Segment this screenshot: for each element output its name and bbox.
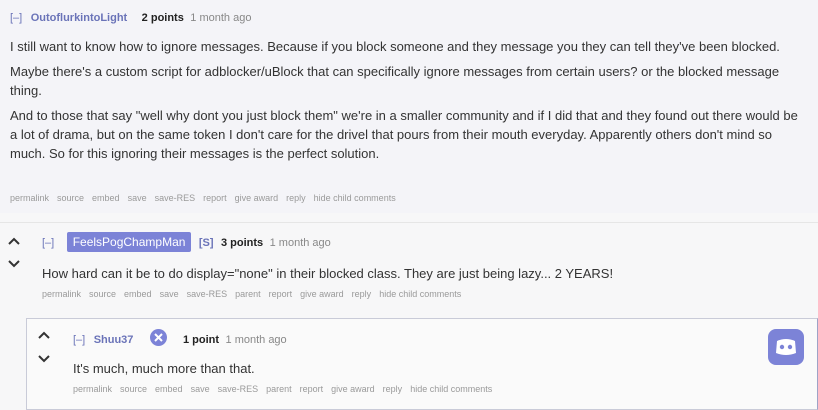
report-link[interactable]: report	[300, 384, 324, 394]
comment-score: 2 points	[141, 12, 184, 24]
comment-actions: permalink source embed save save-RES report gi…	[10, 193, 404, 203]
hide-child-comments-link[interactable]: hide child comments	[410, 384, 492, 394]
collapse-toggle[interactable]: [–]	[42, 237, 54, 249]
comment-paragraph: And to those that say "well why dont you…	[10, 108, 798, 161]
save-res-link[interactable]: save-RES	[187, 289, 228, 299]
save-res-link[interactable]: save-RES	[155, 193, 196, 203]
give-award-link[interactable]: give award	[331, 384, 375, 394]
comment-actions: permalink source embed save save-RES parent re…	[42, 289, 469, 299]
embed-link[interactable]: embed	[155, 384, 183, 394]
comment-author[interactable]: OutoflurkintoLight	[31, 12, 128, 24]
permalink-link[interactable]: permalink	[10, 193, 49, 203]
save-link[interactable]: save	[191, 384, 210, 394]
collapse-toggle[interactable]: [–]	[10, 12, 22, 24]
give-award-link[interactable]: give award	[235, 193, 279, 203]
downvote-arrow-icon[interactable]	[7, 259, 21, 269]
permalink-link[interactable]: permalink	[42, 289, 81, 299]
comment-time: 1 month ago	[190, 12, 252, 24]
source-link[interactable]: source	[57, 193, 84, 203]
give-award-link[interactable]: give award	[300, 289, 344, 299]
comment-paragraph: Maybe there's a custom script for adbloc…	[10, 64, 780, 98]
upvote-arrow-icon[interactable]	[7, 236, 21, 246]
source-link[interactable]: source	[120, 384, 147, 394]
parent-link[interactable]: parent	[266, 384, 292, 394]
hide-child-comments-link[interactable]: hide child comments	[379, 289, 461, 299]
reply-link[interactable]: reply	[383, 384, 403, 394]
upvote-arrow-icon[interactable]	[37, 330, 51, 340]
collapse-toggle[interactable]: [–]	[73, 334, 85, 346]
comment-paragraph: I still want to know how to ignore messa…	[10, 39, 780, 54]
discord-icon[interactable]	[768, 329, 804, 365]
embed-link[interactable]: embed	[124, 289, 152, 299]
comment-time: 1 month ago	[269, 237, 331, 249]
report-link[interactable]: report	[269, 289, 293, 299]
embed-link[interactable]: embed	[92, 193, 120, 203]
reply-link[interactable]: reply	[286, 193, 306, 203]
save-link[interactable]: save	[160, 289, 179, 299]
comment-author[interactable]: FeelsPogChampMan	[66, 232, 192, 252]
parent-link[interactable]: parent	[235, 289, 261, 299]
save-link[interactable]: save	[128, 193, 147, 203]
comment-outoflurkintolight: [–] OutoflurkintoLight 2 points 1 month …	[0, 0, 818, 213]
save-res-link[interactable]: save-RES	[218, 384, 259, 394]
permalink-link[interactable]: permalink	[73, 384, 112, 394]
comment-actions: permalink source embed save save-RES parent re…	[73, 384, 500, 394]
tools-badge-icon	[150, 329, 167, 346]
comment-text: How hard can it be to do display="none" …	[42, 266, 614, 281]
report-link[interactable]: report	[203, 193, 227, 203]
comment-score: 3 points	[221, 237, 264, 249]
reply-link[interactable]: reply	[352, 289, 372, 299]
comment-time: 1 month ago	[225, 334, 287, 346]
comment-score: 1 point	[183, 334, 220, 346]
source-link[interactable]: source	[89, 289, 116, 299]
comment-shuu37: [–] Shuu37 1 point 1 month ago It's much…	[26, 318, 818, 410]
submitter-tag: [S]	[198, 237, 214, 249]
comment-text: It's much, much more than that.	[73, 361, 255, 376]
hide-child-comments-link[interactable]: hide child comments	[314, 193, 396, 203]
downvote-arrow-icon[interactable]	[37, 354, 51, 364]
comment-author[interactable]: Shuu37	[94, 334, 134, 346]
